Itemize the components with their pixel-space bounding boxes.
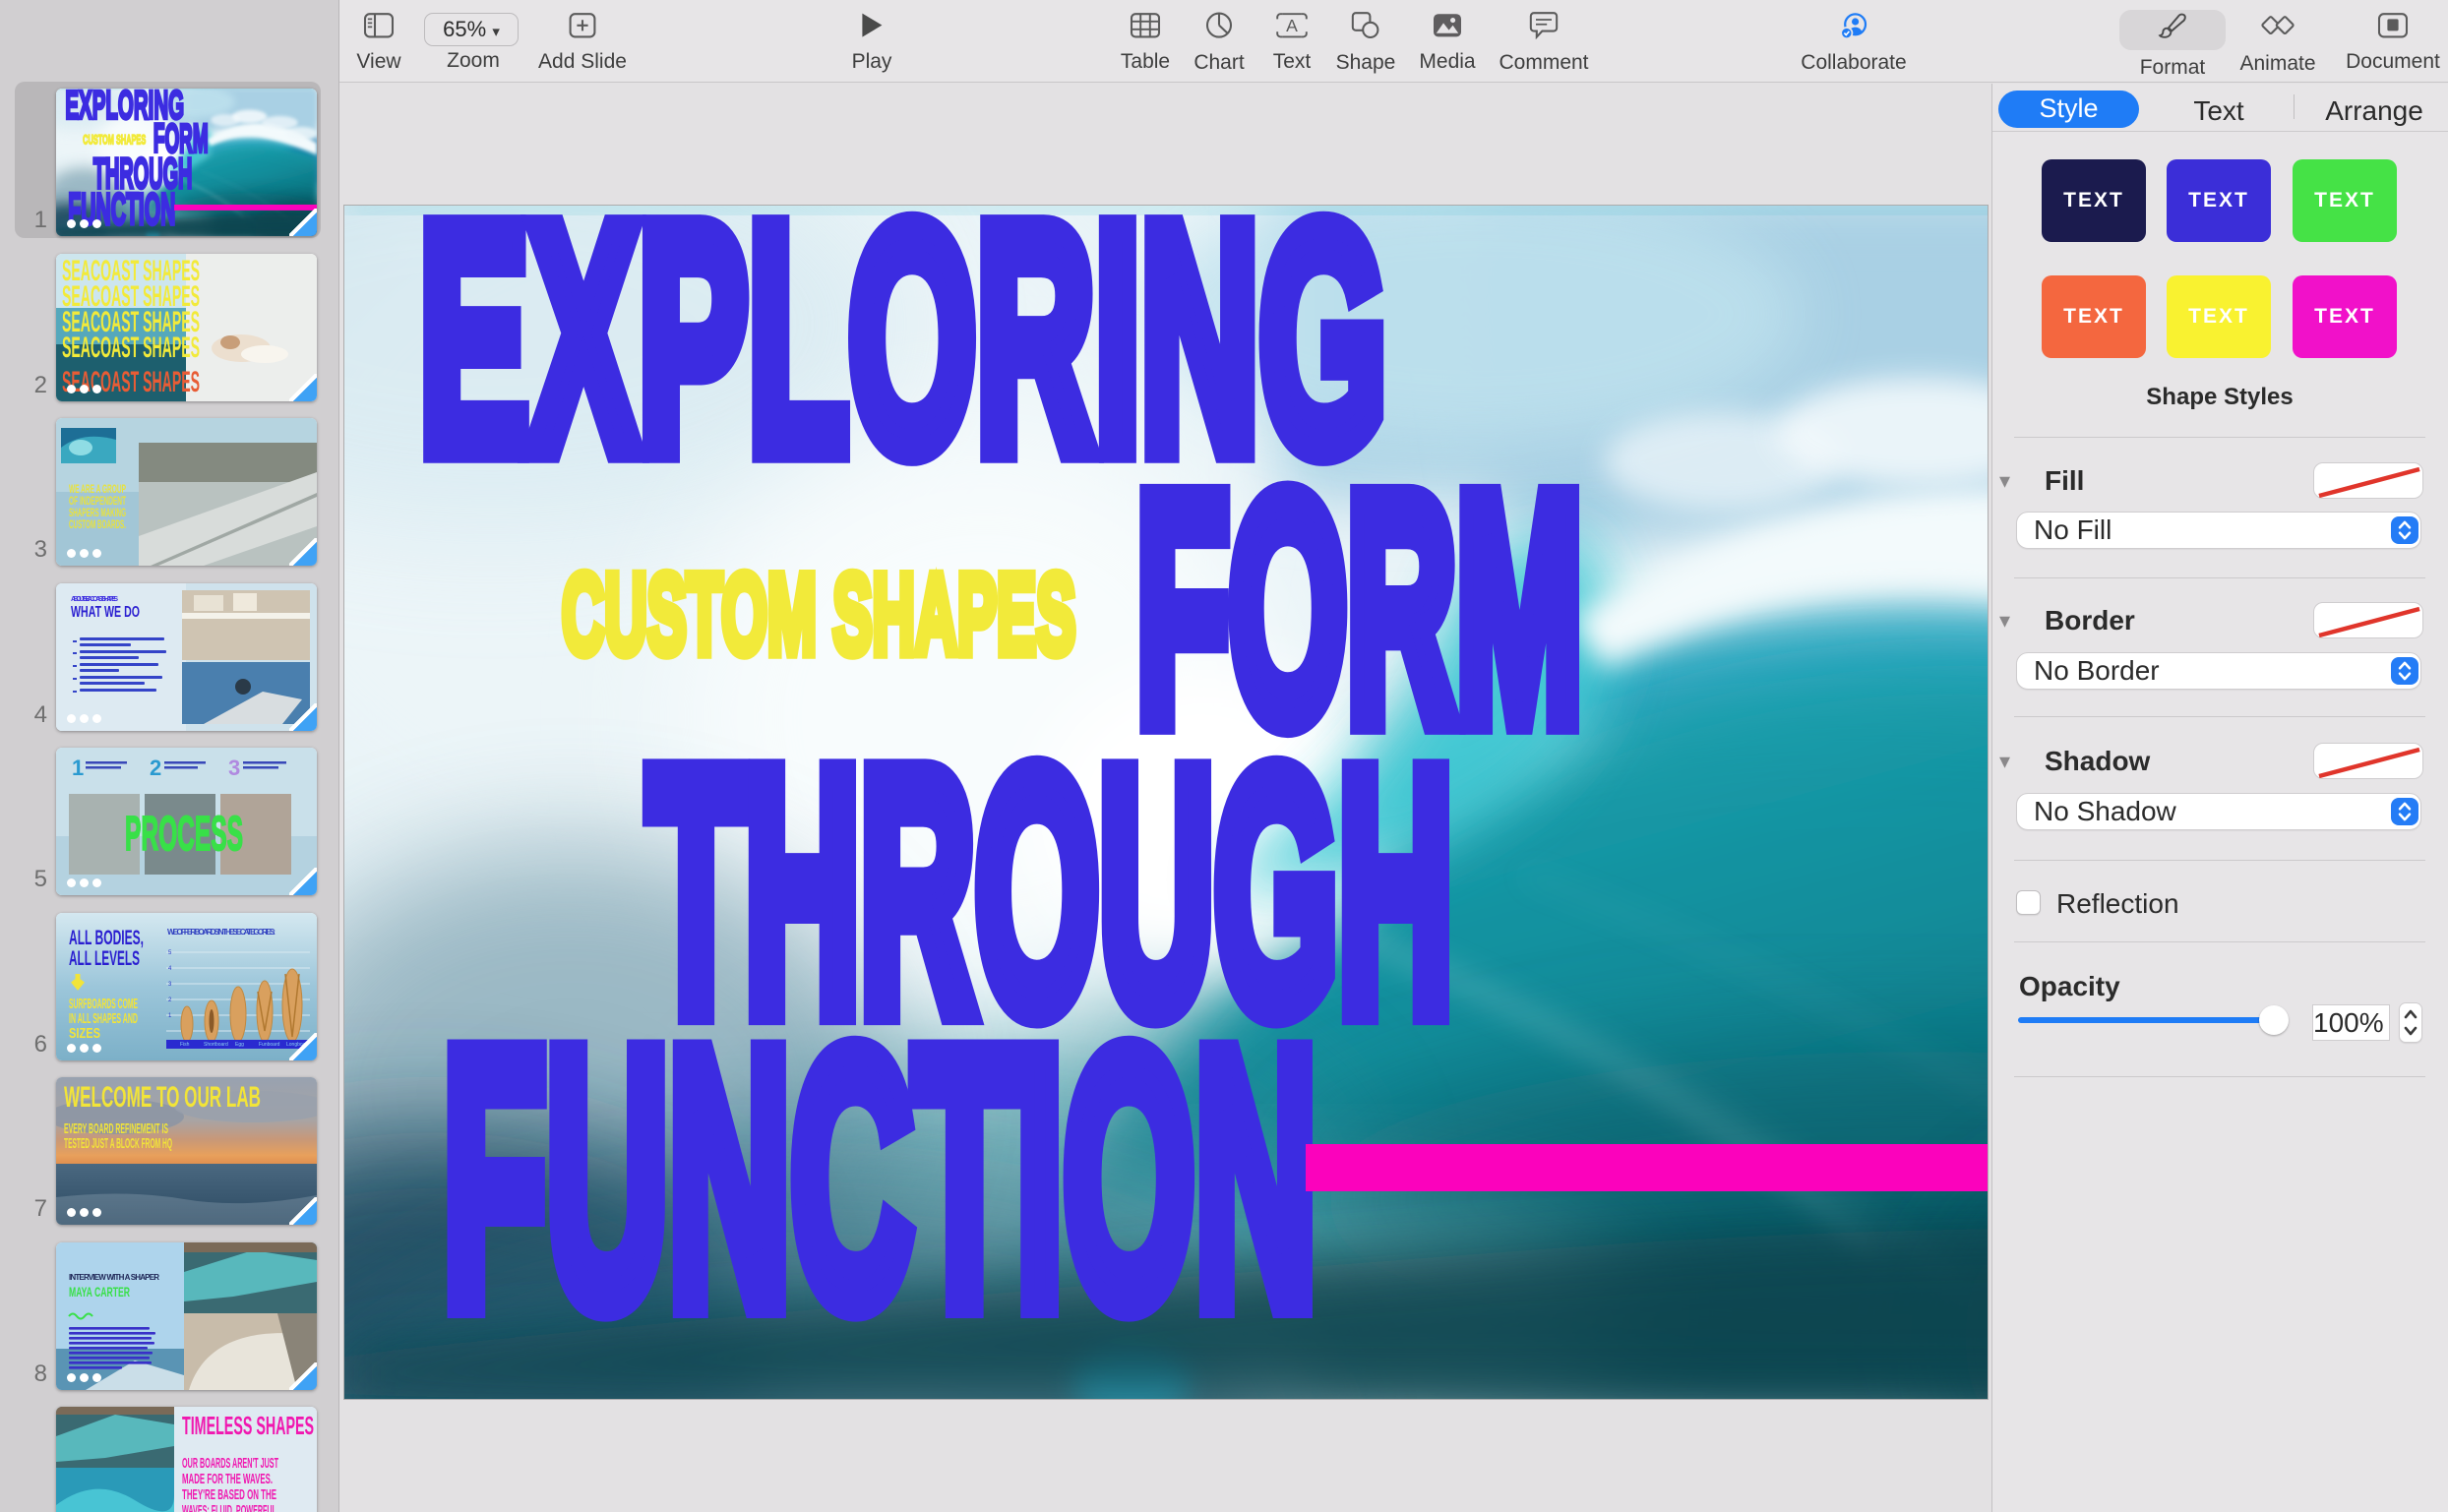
- svg-text:SEACOAST SHAPES: SEACOAST SHAPES: [62, 332, 200, 364]
- svg-text:CUSTOM BOARDS.: CUSTOM BOARDS.: [69, 517, 126, 531]
- svg-text:Fish: Fish: [180, 1042, 190, 1048]
- svg-text:INTERVIEW WITH A SHAPER: INTERVIEW WITH A SHAPER: [69, 1273, 159, 1282]
- svg-text:Shortboard: Shortboard: [204, 1042, 228, 1048]
- svg-text:ALL BODIES,: ALL BODIES,: [69, 927, 144, 949]
- svg-text:2: 2: [150, 756, 161, 780]
- svg-text:3: 3: [228, 756, 240, 780]
- svg-text:Funboard: Funboard: [259, 1042, 280, 1048]
- svg-text:THEY'RE BASED ON THE: THEY'RE BASED ON THE: [182, 1486, 276, 1503]
- svg-text:WHAT WE DO: WHAT WE DO: [71, 604, 140, 621]
- svg-text:1: 1: [72, 756, 84, 780]
- svg-text:A: A: [1286, 16, 1298, 35]
- svg-text:PROCESS: PROCESS: [125, 808, 243, 861]
- svg-text:TIMELESS SHAPES: TIMELESS SHAPES: [182, 1411, 314, 1440]
- svg-text:TESTED JUST A BLOCK FROM HQ: TESTED JUST A BLOCK FROM HQ: [64, 1135, 172, 1152]
- svg-text:MADE FOR THE WAVES.: MADE FOR THE WAVES.: [182, 1471, 273, 1487]
- svg-text:WELCOME TO OUR LAB: WELCOME TO OUR LAB: [64, 1081, 261, 1114]
- svg-text:WAVES: FLUID, POWERFUL,: WAVES: FLUID, POWERFUL,: [182, 1502, 278, 1512]
- svg-text:WE OFFER BOARDS IN THESE CATEG: WE OFFER BOARDS IN THESE CATEGORIES:: [167, 928, 275, 937]
- svg-text:SEACOAST SHAPES: SEACOAST SHAPES: [62, 366, 200, 398]
- svg-text:ALL LEVELS: ALL LEVELS: [69, 947, 140, 970]
- svg-text:Egg: Egg: [235, 1042, 244, 1048]
- svg-text:SIZES: SIZES: [69, 1025, 100, 1042]
- svg-text:MAYA CARTER: MAYA CARTER: [69, 1284, 130, 1300]
- svg-text:ABOUT SEACOAST SHAPES: ABOUT SEACOAST SHAPES: [71, 596, 118, 603]
- svg-text:OUR BOARDS AREN'T JUST: OUR BOARDS AREN'T JUST: [182, 1455, 278, 1472]
